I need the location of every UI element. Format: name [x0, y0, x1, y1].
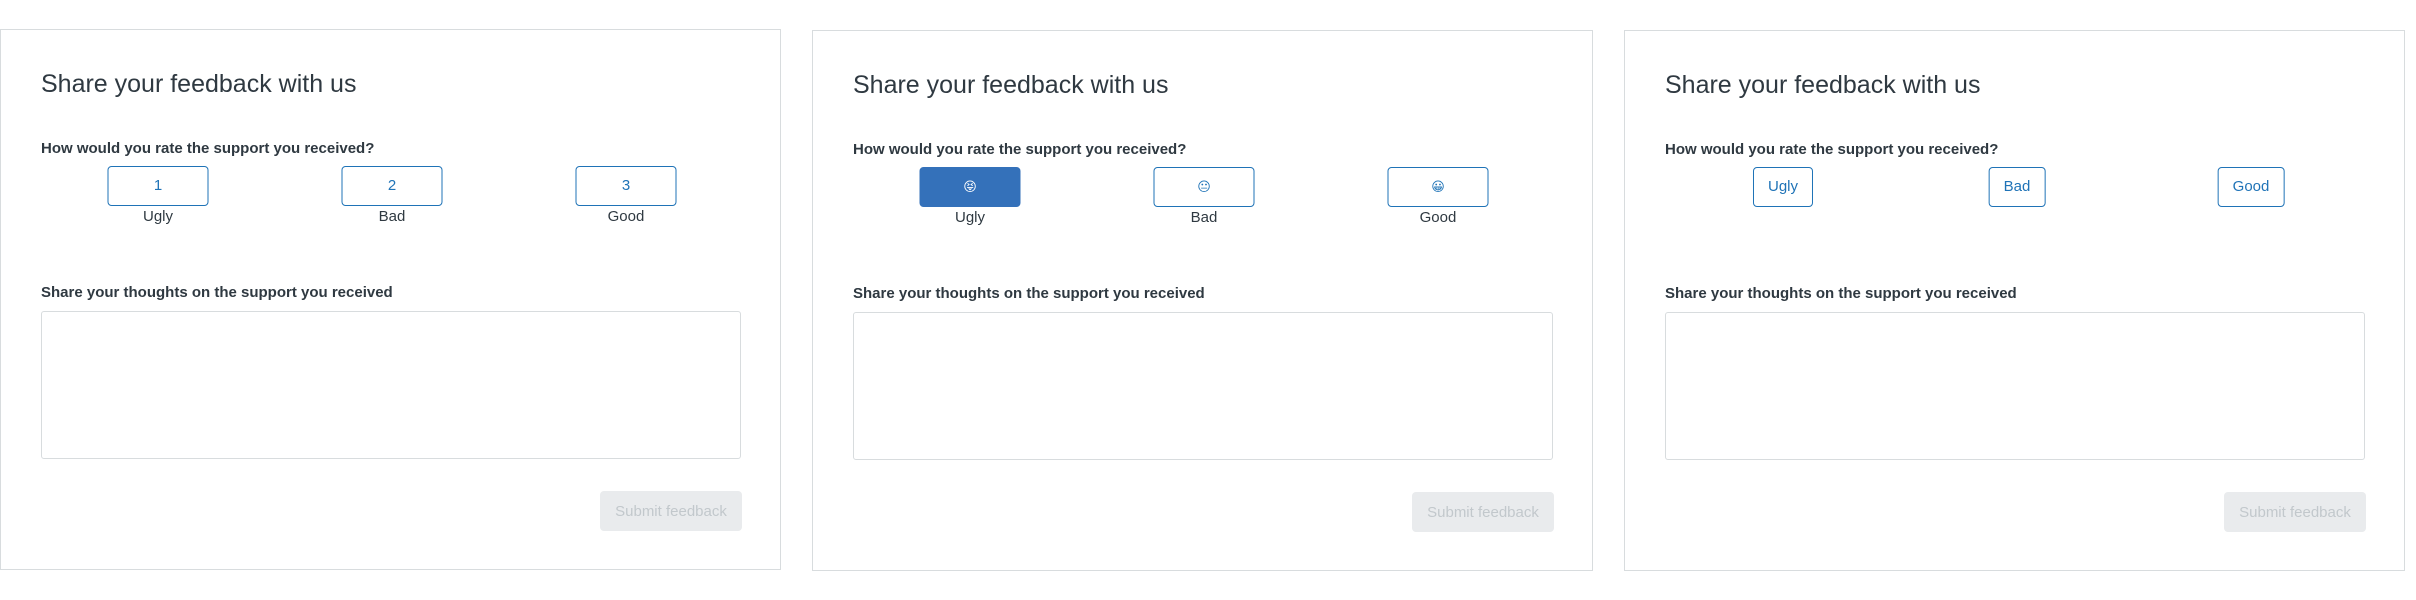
card-title: Share your feedback with us	[41, 70, 357, 98]
rating-option-good: Good	[2217, 167, 2285, 207]
rating-question: How would you rate the support you recei…	[853, 141, 1187, 158]
thoughts-label: Share your thoughts on the support you r…	[41, 284, 393, 301]
rating-button-ugly[interactable]: Ugly	[1752, 167, 1814, 207]
rating-button-3[interactable]: 3	[575, 166, 677, 206]
thoughts-label: Share your thoughts on the support you r…	[1665, 285, 2017, 302]
card-title: Share your feedback with us	[1665, 71, 1981, 99]
rating-question: How would you rate the support you recei…	[41, 140, 375, 157]
rating-group: Ugly Bad Good	[1625, 167, 2404, 237]
rating-button-2[interactable]: 2	[341, 166, 443, 206]
rating-caption: Ugly	[142, 208, 173, 225]
rating-option-ugly: 😝 Ugly	[919, 167, 1021, 226]
rating-button-good[interactable]: Good	[2217, 167, 2285, 207]
rating-option-good: 😀 Good	[1387, 167, 1489, 226]
rating-caption: Good	[1419, 209, 1457, 226]
feedback-card-text: Share your feedback with us How would yo…	[1624, 30, 2405, 571]
rating-button-1[interactable]: 1	[107, 166, 209, 206]
feedback-card-numeric: Share your feedback with us How would yo…	[0, 29, 781, 570]
rating-option-ugly: 1 Ugly	[107, 166, 209, 225]
rating-caption: Ugly	[954, 209, 985, 226]
thoughts-textarea[interactable]	[1665, 312, 2365, 460]
rating-button-good[interactable]: 😀	[1387, 167, 1489, 207]
rating-button-bad[interactable]: 😐	[1153, 167, 1255, 207]
rating-option-bad: 2 Bad	[341, 166, 443, 225]
submit-feedback-button[interactable]: Submit feedback	[600, 491, 742, 531]
submit-feedback-button[interactable]: Submit feedback	[2224, 492, 2366, 532]
thoughts-textarea[interactable]	[41, 311, 741, 459]
rating-option-bad: 😐 Bad	[1153, 167, 1255, 226]
rating-question: How would you rate the support you recei…	[1665, 141, 1999, 158]
rating-option-bad: Bad	[1988, 167, 2046, 207]
rating-group: 😝 Ugly 😐 Bad 😀 Good	[813, 167, 1592, 237]
thoughts-textarea[interactable]	[853, 312, 1553, 460]
rating-caption: Good	[607, 208, 645, 225]
tongue-out-face-icon: 😝	[963, 180, 977, 195]
neutral-face-icon: 😐	[1197, 180, 1211, 195]
smiling-face-icon: 😀	[1431, 180, 1445, 195]
rating-option-good: 3 Good	[575, 166, 677, 225]
rating-button-bad[interactable]: Bad	[1988, 167, 2046, 207]
rating-caption: Bad	[378, 208, 406, 225]
card-title: Share your feedback with us	[853, 71, 1169, 99]
submit-feedback-button[interactable]: Submit feedback	[1412, 492, 1554, 532]
thoughts-label: Share your thoughts on the support you r…	[853, 285, 1205, 302]
feedback-card-emoji: Share your feedback with us How would yo…	[812, 30, 1593, 571]
rating-caption: Bad	[1190, 209, 1218, 226]
rating-group: 1 Ugly 2 Bad 3 Good	[1, 166, 780, 236]
rating-option-ugly: Ugly	[1752, 167, 1814, 207]
rating-button-ugly-selected[interactable]: 😝	[919, 167, 1021, 207]
